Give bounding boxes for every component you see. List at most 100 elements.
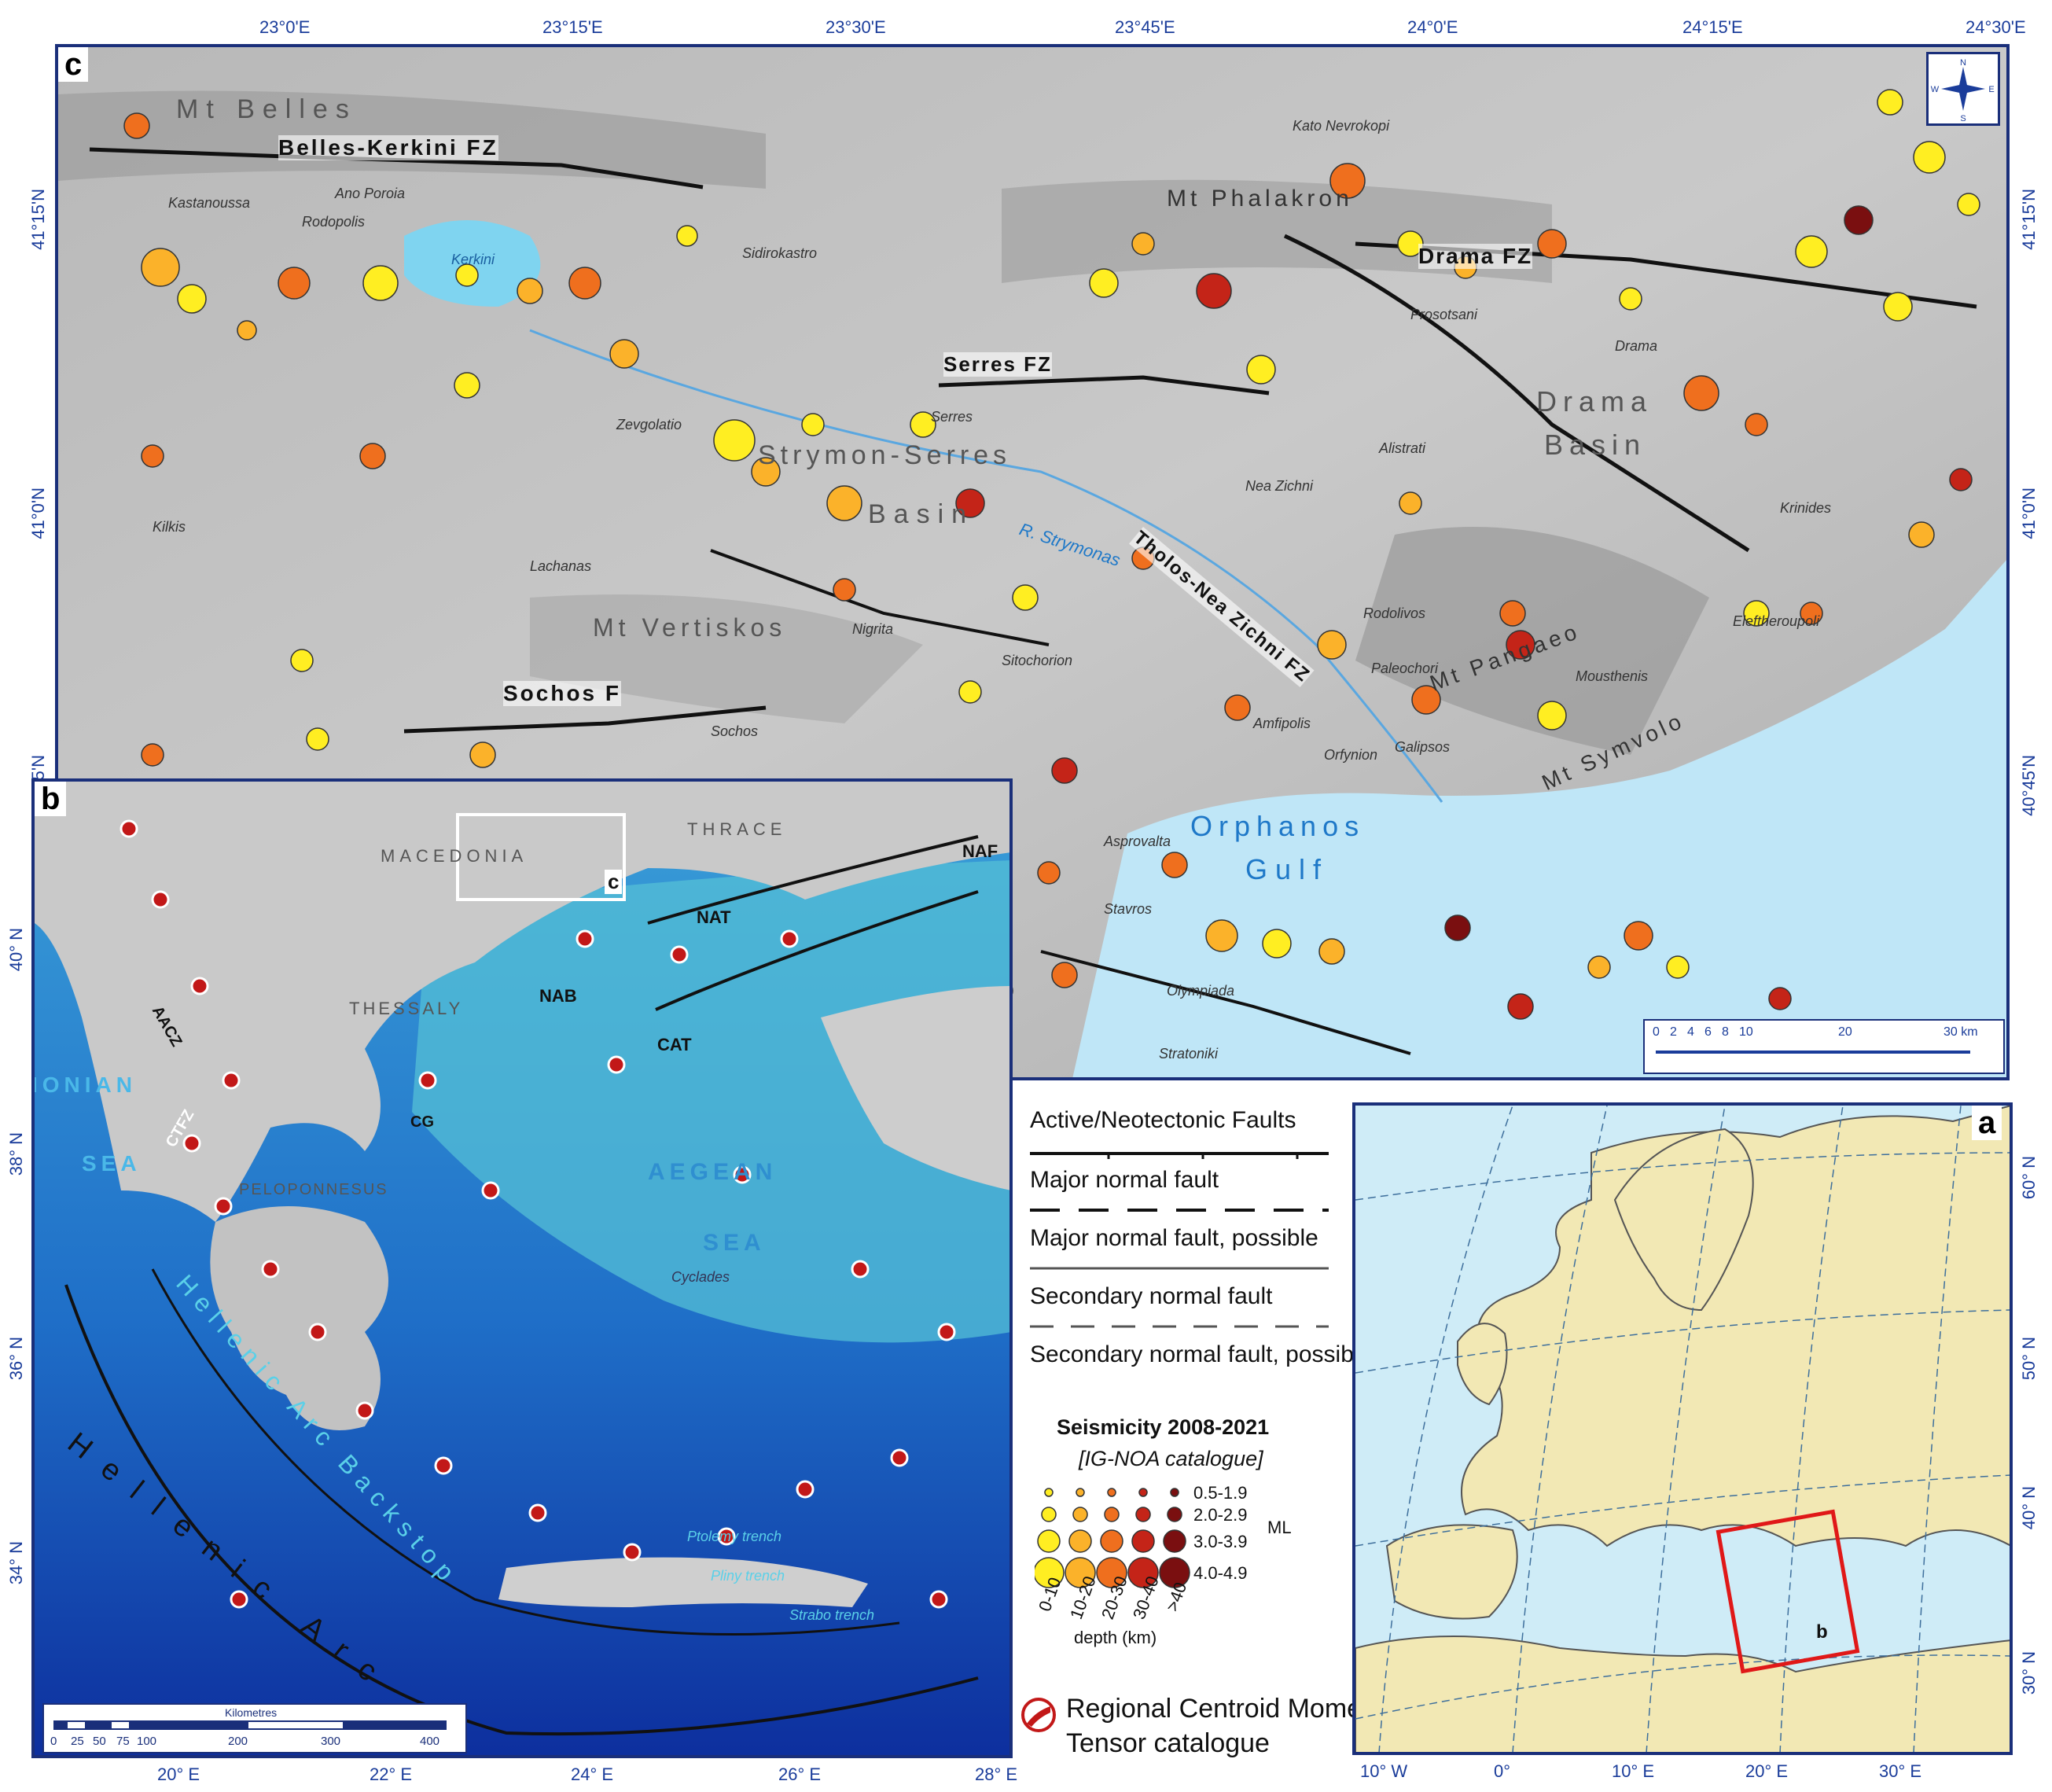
region-thrace: THRACE <box>687 819 787 839</box>
town-amfipolis: Amfipolis <box>1253 716 1311 731</box>
legend-mag-2: 3.0-3.9 <box>1193 1532 1248 1551</box>
scale-b-tick-25: 25 <box>71 1735 84 1748</box>
scale-c-tick-10: 10 <box>1739 1025 1753 1039</box>
c-lon-24-00: 24°0'E <box>1407 17 1458 37</box>
b-lon-28: 28° E <box>975 1764 1018 1784</box>
b-lat-40: 40° N <box>6 928 26 972</box>
legend-depth-title: depth (km) <box>1074 1628 1157 1647</box>
town-sitochorion: Sitochorion <box>1002 653 1073 668</box>
fault-naf: NAF <box>962 841 998 861</box>
c-lon-24-30: 24°30'E <box>1966 17 2026 37</box>
a-lat-40n: 40° N <box>2019 1486 2039 1530</box>
a-lon-10w: 10° W <box>1360 1761 1408 1781</box>
c-lat-right-41-00: 41°0'N <box>2019 488 2039 539</box>
fault-label-drama: Drama FZ <box>1418 244 1533 269</box>
scale-c-tick-2: 2 <box>1670 1025 1677 1039</box>
a-lat-30n: 30° N <box>2019 1651 2039 1695</box>
c-lat-right-40-45: 40°45'N <box>2019 755 2039 816</box>
town-sidirokastro: Sidirokastro <box>742 245 818 261</box>
sea-aegean: AEGEAN <box>648 1159 778 1185</box>
b-lat-34: 34° N <box>6 1541 26 1585</box>
town-sochos: Sochos <box>711 723 759 739</box>
town-asprovalta: Asprovalta <box>1104 833 1171 849</box>
legend-fault-type-2: Secondary normal fault <box>1030 1283 1273 1309</box>
town-serres: Serres <box>931 409 973 425</box>
b-lon-20: 20° E <box>157 1764 200 1784</box>
scale-b-tick-100: 100 <box>137 1735 157 1748</box>
town-mousthenis: Mousthenis <box>1576 668 1649 684</box>
legend-fault-line-2 <box>1030 1267 1329 1270</box>
region-macedonia: MACEDONIA <box>381 846 528 866</box>
scale-c-tick-20: 20 <box>1838 1025 1852 1039</box>
a-lat-50n: 50° N <box>2019 1337 2039 1381</box>
a-lon-30e: 30° E <box>1879 1761 1922 1781</box>
legend-seis-subtitle: [IG-NOA catalogue] <box>1079 1447 1263 1470</box>
town-prosotsani: Prosotsani <box>1410 307 1478 322</box>
c-lon-23-00: 23°0'E <box>259 17 311 37</box>
legend-fault-type-3: Secondary normal fault, possible <box>1030 1341 1373 1367</box>
c-lon-23-15: 23°15'E <box>542 17 603 37</box>
locator-box-label: b <box>1816 1621 1828 1643</box>
region-drama-basin: Basin <box>1544 429 1647 461</box>
scale-b-tick-50: 50 <box>93 1735 106 1748</box>
fault-label-serres: Serres FZ <box>943 352 1052 377</box>
town-rodopolis: Rodopolis <box>302 214 366 230</box>
c-lat-left-41-15: 41°15'N <box>28 189 48 250</box>
panel-b-scale-bar: Kilometres 0 25 50 75 100 200 300 400 <box>42 1703 467 1753</box>
region-drama: Drama <box>1536 385 1653 418</box>
fault-nab: NAB <box>539 986 577 1006</box>
legend-mag-0: 0.5-1.9 <box>1193 1483 1248 1503</box>
town-nigrita: Nigrita <box>852 621 894 637</box>
panel-c-letter: c <box>58 47 89 82</box>
legend-mag-1: 2.0-2.9 <box>1193 1505 1248 1525</box>
scale-b-tick-300: 300 <box>321 1735 341 1748</box>
scale-c-tick-4: 4 <box>1687 1025 1694 1039</box>
scale-c-tick-8: 8 <box>1722 1025 1729 1039</box>
panel-a-letter: a <box>1972 1106 2002 1140</box>
compass-w: W <box>1931 85 1940 94</box>
a-lon-20e: 20° E <box>1745 1761 1789 1781</box>
legend-fault-line-0 <box>1030 1152 1329 1159</box>
cmt-beachball-icon <box>1021 1698 1056 1732</box>
scale-c-tick-30: 30 km <box>1944 1025 1978 1039</box>
town-kastanoussa: Kastanoussa <box>168 195 251 211</box>
scale-c-tick-6: 6 <box>1704 1025 1712 1039</box>
town-nea-zichni: Nea Zichni <box>1245 478 1314 494</box>
town-paleochori: Paleochori <box>1371 661 1439 676</box>
c-lon-24-15: 24°15'E <box>1682 17 1743 37</box>
scale-b-tick-0: 0 <box>50 1735 57 1748</box>
b-lat-38: 38° N <box>6 1132 26 1176</box>
scale-c-tick-0: 0 <box>1653 1025 1660 1039</box>
legend-cmt-line1: Regional Centroid Moment <box>1066 1694 1385 1724</box>
fault-cat: CAT <box>657 1035 692 1054</box>
trench-ptolemy: Ptolemy trench <box>687 1529 782 1544</box>
legend-cmt-line2: Tensor catalogue <box>1066 1728 1270 1758</box>
town-stratoniki: Stratoniki <box>1159 1046 1219 1062</box>
panel-a-basemap <box>1355 1106 2010 1752</box>
legend: Active/Neotectonic Faults Major normal f… <box>1019 1093 1384 1769</box>
town-alistrati: Alistrati <box>1379 440 1426 456</box>
region-mt-phalakron: Mt Phalakron <box>1167 186 1353 212</box>
lake-kerkini: Kerkini <box>451 252 495 267</box>
scale-b-title: Kilometres <box>225 1706 278 1719</box>
legend-fault-type-0: Major normal fault <box>1030 1167 1219 1193</box>
region-cyclades: Cyclades <box>671 1269 730 1285</box>
region-strymon-basin: Basin <box>868 499 975 529</box>
inset-c-label: c <box>605 870 623 894</box>
legend-mag-symbol: ML <box>1267 1518 1292 1537</box>
compass-rose-icon: N S E W <box>1931 58 1995 123</box>
c-lat-left-41-00: 41°0'N <box>28 488 48 539</box>
north-arrow-compass: N S E W <box>1926 52 2000 126</box>
c-lon-23-45: 23°45'E <box>1115 17 1175 37</box>
trench-pliny: Pliny trench <box>711 1568 785 1584</box>
region-peloponnesus: PELOPONNESUS <box>239 1181 388 1198</box>
scale-b-tick-200: 200 <box>228 1735 248 1748</box>
water-orphanos: Orphanos <box>1190 810 1366 842</box>
panel-b-letter: b <box>35 782 67 816</box>
town-eleftheroupoli: Eleftheroupoli <box>1733 613 1820 629</box>
a-lon-0: 0° <box>1494 1761 1511 1781</box>
town-galipsos: Galipsos <box>1395 739 1451 755</box>
town-kilkis: Kilkis <box>153 519 186 535</box>
town-drama: Drama <box>1615 338 1658 354</box>
town-orfynion: Orfynion <box>1324 747 1378 763</box>
